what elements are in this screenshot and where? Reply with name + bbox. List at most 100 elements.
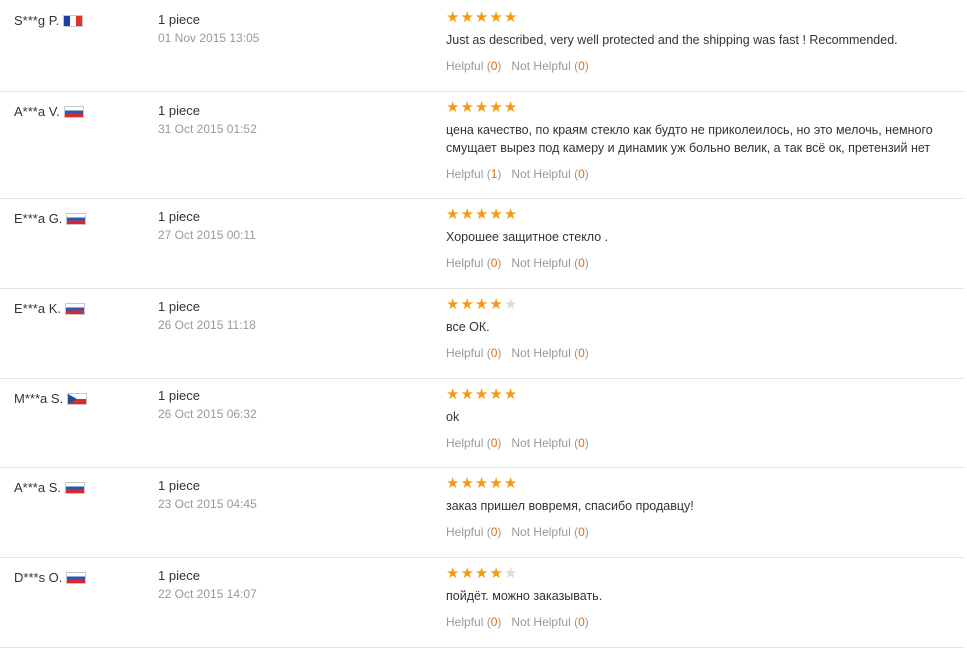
helpful-label: Helpful: [446, 167, 484, 181]
not-helpful-button[interactable]: Not Helpful (0): [511, 615, 588, 629]
star-rating: ★ ★ ★ ★ ★: [446, 297, 956, 312]
star-icon: ★: [474, 475, 489, 492]
not-helpful-label: Not Helpful: [511, 167, 571, 181]
order-quantity: 1 piece: [158, 12, 200, 27]
star-icon: ★: [489, 386, 503, 403]
helpful-button[interactable]: Helpful (0): [446, 59, 501, 73]
buyer-name: E***a K.: [14, 301, 61, 316]
helpful-button[interactable]: Helpful (1): [446, 167, 501, 181]
helpful-button[interactable]: Helpful (0): [446, 615, 501, 629]
helpful-count: 0: [490, 525, 498, 539]
review-date: 27 Oct 2015 00:11: [158, 228, 256, 242]
not-helpful-count: 0: [578, 346, 585, 360]
helpful-votes: Helpful (0) Not Helpful (0): [446, 436, 956, 450]
not-helpful-button[interactable]: Not Helpful (0): [511, 59, 588, 73]
star-icon: ★: [503, 565, 518, 582]
not-helpful-button[interactable]: Not Helpful (0): [511, 436, 588, 450]
star-icon: ★: [474, 9, 489, 26]
star-icon: ★: [503, 99, 518, 116]
country-flag-icon: [63, 105, 84, 118]
helpful-button[interactable]: Helpful (0): [446, 436, 501, 450]
buyer: A***a V.: [14, 104, 84, 119]
review-text: цена качество, по краям стекло как будто…: [446, 123, 933, 155]
buyer: S***g P.: [14, 13, 84, 28]
star-icon: ★: [474, 565, 489, 582]
not-helpful-count: 0: [578, 167, 585, 181]
star-icon: ★: [460, 296, 474, 313]
helpful-votes: Helpful (0) Not Helpful (0): [446, 615, 956, 629]
helpful-count: 0: [490, 346, 498, 360]
feedback: ★ ★ ★ ★ ★ Хорошее защитное стекло . Helpful (0…: [446, 207, 956, 270]
review-text: ok: [446, 410, 460, 424]
star-rating: ★ ★ ★ ★ ★: [446, 100, 956, 115]
review-row: A***a S. 1 piece 23 Oct 2015 04:45 ★ ★ ★ ★ ★ зак…: [0, 467, 964, 558]
helpful-count: 0: [490, 615, 498, 629]
order-info: 1 piece 01 Nov 2015 13:05: [158, 12, 259, 45]
order-info: 1 piece 27 Oct 2015 00:11: [158, 209, 256, 242]
buyer-name: M***a S.: [14, 391, 64, 406]
buyer-name: A***a V.: [14, 104, 60, 119]
star-icon: ★: [503, 475, 518, 492]
helpful-button[interactable]: Helpful (0): [446, 525, 501, 539]
not-helpful-count: 0: [578, 436, 585, 450]
helpful-votes: Helpful (0) Not Helpful (0): [446, 525, 956, 539]
star-icon: ★: [446, 9, 460, 26]
star-icon: ★: [489, 206, 503, 223]
not-helpful-button[interactable]: Not Helpful (0): [511, 346, 588, 360]
order-info: 1 piece 31 Oct 2015 01:52: [158, 103, 257, 136]
country-flag-icon: [66, 212, 87, 225]
buyer: E***a K.: [14, 301, 85, 316]
helpful-label: Helpful: [446, 615, 484, 629]
helpful-label: Helpful: [446, 436, 484, 450]
country-flag-icon: [67, 392, 88, 405]
star-icon: ★: [489, 296, 503, 313]
helpful-count: 0: [490, 436, 498, 450]
review-text: Just as described, very well protected a…: [446, 33, 898, 47]
review-date: 23 Oct 2015 04:45: [158, 497, 257, 511]
country-flag-icon: [64, 302, 85, 315]
not-helpful-button[interactable]: Not Helpful (0): [511, 167, 588, 181]
buyer-name: S***g P.: [14, 13, 60, 28]
star-icon: ★: [474, 99, 489, 116]
star-icon: ★: [460, 475, 474, 492]
helpful-button[interactable]: Helpful (0): [446, 346, 501, 360]
review-date: 26 Oct 2015 06:32: [158, 407, 257, 421]
order-info: 1 piece 22 Oct 2015 14:07: [158, 568, 257, 601]
feedback: ★ ★ ★ ★ ★ все ОК. Helpful (0) Not Helpful (0): [446, 297, 956, 360]
star-icon: ★: [446, 475, 460, 492]
not-helpful-count: 0: [578, 256, 585, 270]
feedback: ★ ★ ★ ★ ★ цена качество, по краям стекло как …: [446, 100, 956, 181]
country-flag-icon: [66, 571, 87, 584]
buyer-name: E***a G.: [14, 211, 63, 226]
star-rating: ★ ★ ★ ★ ★: [446, 10, 956, 25]
not-helpful-button[interactable]: Not Helpful (0): [511, 525, 588, 539]
not-helpful-button[interactable]: Not Helpful (0): [511, 256, 588, 270]
order-quantity: 1 piece: [158, 568, 200, 583]
order-info: 1 piece 23 Oct 2015 04:45: [158, 478, 257, 511]
review-row: E***a G. 1 piece 27 Oct 2015 00:11 ★ ★ ★ ★ ★ Хор…: [0, 198, 964, 289]
buyer: M***a S.: [14, 391, 88, 406]
helpful-label: Helpful: [446, 346, 484, 360]
country-flag-icon: [64, 481, 85, 494]
buyer: A***a S.: [14, 480, 85, 495]
not-helpful-label: Not Helpful: [511, 615, 571, 629]
not-helpful-label: Not Helpful: [511, 525, 571, 539]
star-icon: ★: [460, 99, 474, 116]
helpful-count: 0: [490, 256, 498, 270]
star-icon: ★: [503, 296, 518, 313]
star-icon: ★: [460, 386, 474, 403]
star-icon: ★: [503, 386, 518, 403]
star-icon: ★: [474, 386, 489, 403]
star-icon: ★: [446, 206, 460, 223]
not-helpful-count: 0: [578, 59, 585, 73]
helpful-votes: Helpful (0) Not Helpful (0): [446, 59, 956, 73]
review-row: S***g P. 1 piece 01 Nov 2015 13:05 ★ ★ ★ ★ ★ Jus…: [0, 0, 964, 92]
not-helpful-label: Not Helpful: [511, 346, 571, 360]
review-date: 26 Oct 2015 11:18: [158, 318, 256, 332]
not-helpful-label: Not Helpful: [511, 59, 571, 73]
helpful-button[interactable]: Helpful (0): [446, 256, 501, 270]
feedback: ★ ★ ★ ★ ★ пойдёт. можно заказывать. Helpful (0…: [446, 566, 956, 629]
buyer: E***a G.: [14, 211, 87, 226]
not-helpful-count: 0: [578, 615, 585, 629]
star-rating: ★ ★ ★ ★ ★: [446, 566, 956, 581]
